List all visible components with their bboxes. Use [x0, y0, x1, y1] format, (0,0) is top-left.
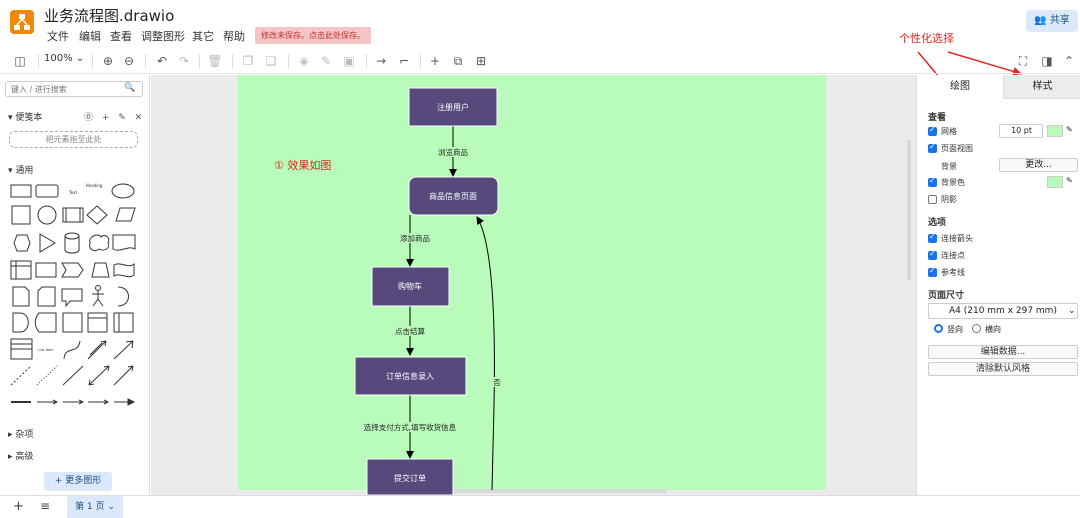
to-back-icon[interactable]: ❏ [263, 52, 279, 70]
bg-color-checkbox[interactable] [928, 176, 937, 187]
misc-title: 杂项 [15, 430, 34, 440]
paper-size-value: A4 (210 mm x 297 mm) [949, 306, 1057, 316]
page-view-label: 页面视图 [941, 144, 973, 153]
delete-icon[interactable]: 🗑 [207, 52, 223, 70]
change-background-button[interactable]: 更改... [999, 158, 1078, 172]
line-color-icon[interactable]: ✎ [318, 52, 334, 70]
fullscreen-icon[interactable]: ⛶ [1015, 52, 1031, 70]
text-shape-label: Text [68, 190, 78, 195]
list-shape-label: List Item [38, 348, 54, 352]
collapse-icon[interactable]: ⌃ [1062, 52, 1076, 70]
toolbar: ◫ 100% ⌄ ⊕ ⊖ ↶ ↷ 🗑 ❐ ❏ ◈ ✎ ▣ → ⌐ + ⧉ ⊞ ⛶… [0, 48, 1080, 74]
guides-checkbox[interactable] [928, 266, 937, 277]
connection-points-label: 连接点 [941, 251, 965, 260]
zoom-level[interactable]: 100% ⌄ [44, 53, 84, 64]
portrait-radio[interactable] [934, 324, 943, 333]
bg-color-label: 背景色 [941, 178, 965, 187]
edge-checkout-label: 点击结算 [395, 326, 425, 336]
page-tab-label: 第 1 页 [75, 502, 105, 512]
connection-arrows-checkbox[interactable] [928, 232, 937, 243]
sidebar-toggle-icon[interactable]: ◫ [12, 52, 28, 70]
zoom-value: 100% [44, 53, 73, 64]
landscape-label: 横向 [985, 325, 1001, 334]
insert-icon[interactable]: + [427, 52, 443, 70]
grid-checkbox[interactable] [928, 125, 937, 136]
zoom-out-icon[interactable]: ⊖ [121, 52, 137, 70]
node-submit-label: 提交订单 [394, 473, 426, 483]
format-panel-icon[interactable]: ◨ [1039, 52, 1055, 70]
zoom-in-icon[interactable]: ⊕ [100, 52, 116, 70]
advanced-title: 高级 [15, 452, 34, 462]
node-register-label: 注册用户 [437, 102, 469, 112]
undo-icon[interactable]: ↶ [154, 52, 170, 70]
table-icon[interactable]: ⊞ [473, 52, 489, 70]
edge-no-label: 否 [493, 378, 501, 387]
connection-points-checkbox[interactable] [928, 249, 937, 260]
edge-no [476, 216, 495, 491]
edit-data-button[interactable]: 编辑数据... [928, 345, 1078, 359]
grid-color-edit-icon[interactable]: ✎ [1066, 125, 1073, 134]
heading-shape-label: Heading [86, 183, 103, 188]
advanced-header[interactable]: ▸ 高级 [8, 449, 33, 462]
add-page-icon[interactable]: + [13, 499, 24, 514]
flowchart[interactable]: 注册用户 商品信息页面 购物车 订单信息录入 提交订单 浏览商品 添加商品 点击… [151, 75, 916, 495]
connection-icon[interactable]: → [373, 52, 389, 70]
shape-sidebar: 🔍 ▾ 便笺本 ⓪ + ✎ ✕ 把元素拖至此处 ▾ 通用 [0, 75, 150, 495]
pages-menu-icon[interactable]: ≡ [40, 499, 50, 513]
landscape-radio[interactable] [972, 324, 981, 333]
grid-color-swatch[interactable] [1047, 125, 1063, 137]
to-front-icon[interactable]: ❐ [240, 52, 256, 70]
chevron-down-icon: ⌄ [1068, 306, 1076, 316]
grid-label: 网格 [941, 127, 957, 136]
node-order-label: 订单信息录入 [386, 371, 434, 381]
shapes-icon[interactable]: ⧉ [450, 52, 466, 70]
connection-arrows-label: 连接箭头 [941, 234, 973, 243]
page-view-checkbox[interactable] [928, 142, 937, 153]
misc-header[interactable]: ▸ 杂项 [8, 427, 33, 440]
bg-color-edit-icon[interactable]: ✎ [1066, 176, 1073, 185]
general-shapes-grid[interactable]: Text Heading List Item [0, 75, 150, 415]
nodes [354, 87, 499, 495]
edge-add-label: 添加商品 [400, 233, 430, 243]
fill-color-icon[interactable]: ◈ [296, 52, 312, 70]
node-cart-label: 购物车 [398, 281, 422, 291]
node-product-label: 商品信息页面 [429, 191, 477, 201]
paper-size-title: 页面尺寸 [928, 291, 965, 301]
bg-color-swatch[interactable] [1047, 176, 1063, 188]
page-tab-1[interactable]: 第 1 页 ⌄ [67, 496, 123, 518]
guides-label: 参考线 [941, 268, 965, 277]
view-section-title: 查看 [928, 113, 947, 123]
bottom-bar: + ≡ 第 1 页 ⌄ [0, 495, 1080, 518]
grid-size-value: 10 pt [1011, 126, 1032, 135]
portrait-label: 竖向 [947, 325, 963, 334]
edge-browse-label: 浏览商品 [438, 147, 468, 157]
waypoints-icon[interactable]: ⌐ [396, 52, 412, 70]
background-label: 背景 [941, 162, 957, 171]
clear-style-button[interactable]: 清除默认风格 [928, 362, 1078, 376]
more-shapes-button[interactable]: + 更多图形 [44, 472, 112, 491]
edge-pay-label: 选择支付方式,填写收货信息 [364, 422, 457, 432]
redo-icon[interactable]: ↷ [176, 52, 192, 70]
shadow-checkbox[interactable] [928, 195, 937, 204]
options-section-title: 选项 [928, 218, 947, 228]
shadow-icon[interactable]: ▣ [341, 52, 357, 70]
tab-style[interactable]: 样式 [1003, 75, 1080, 99]
annotation-effect: ① 效果如图 [274, 159, 332, 172]
tab-diagram[interactable]: 绘图 [917, 75, 1003, 99]
grid-size-input[interactable]: 10 pt [999, 124, 1043, 138]
paper-size-select[interactable]: A4 (210 mm x 297 mm) ⌄ [928, 303, 1078, 319]
format-panel: 绘图 样式 查看 网格 10 pt ✎ 页面视图 背景 更改... 背景色 ✎ … [916, 75, 1080, 495]
shadow-label: 阴影 [941, 195, 957, 204]
